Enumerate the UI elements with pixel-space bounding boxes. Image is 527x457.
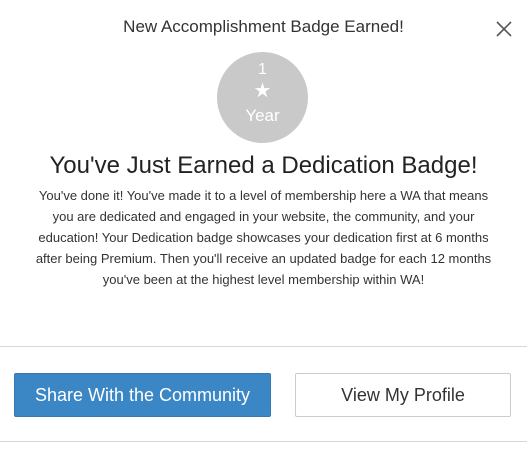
- dialog-title: New Accomplishment Badge Earned!: [123, 17, 404, 36]
- star-icon: ★: [253, 80, 272, 102]
- badge-headline: You've Just Earned a Dedication Badge!: [49, 152, 478, 179]
- divider: [0, 441, 527, 442]
- badge-description: You've done it! You've made it to a leve…: [35, 188, 492, 287]
- close-button[interactable]: [494, 19, 514, 39]
- close-icon[interactable]: [494, 19, 514, 39]
- badge-earned-dialog: New Accomplishment Badge Earned! 1 ★ Yea…: [0, 0, 527, 457]
- share-with-community-button[interactable]: Share With the Community: [14, 373, 271, 417]
- dedication-badge: 1 ★ Year: [217, 52, 308, 143]
- badge-unit: Year: [245, 106, 280, 125]
- divider: [0, 346, 527, 347]
- badge-number: 1: [258, 61, 267, 78]
- view-my-profile-button[interactable]: View My Profile: [295, 373, 511, 417]
